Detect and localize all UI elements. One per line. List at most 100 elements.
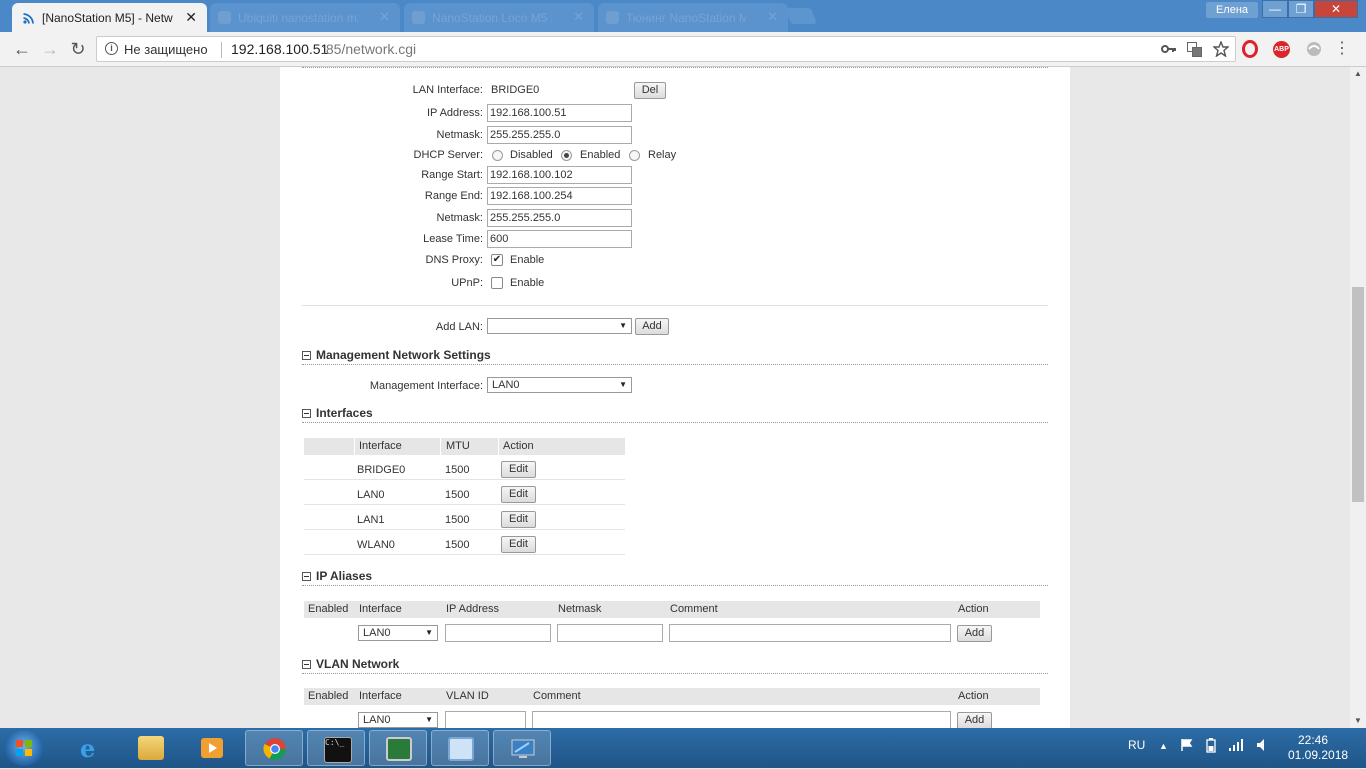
flag-icon[interactable] (1180, 738, 1194, 752)
dns-proxy-checkbox[interactable]: ✔ (491, 254, 503, 266)
battery-icon[interactable] (1206, 738, 1216, 753)
reload-button[interactable]: ↻ (66, 37, 90, 61)
add-lan-select[interactable]: ▼ (487, 318, 632, 334)
tab-ubiquiti-settings[interactable]: Ubiquiti nanostation m2 настро ✕ (210, 3, 400, 32)
opera-icon[interactable] (1242, 40, 1258, 58)
taskbar-app-network[interactable] (431, 730, 489, 766)
column-header: Action (503, 440, 534, 452)
address-bar[interactable]: i Не защищено 192.168.100.51 :85/network… (96, 36, 1236, 62)
star-icon[interactable] (1213, 41, 1229, 57)
del-button[interactable]: Del (634, 82, 666, 99)
taskbar: e C:\_ RU ▲ 22:46 01.09.2018 (0, 728, 1366, 768)
adblock-icon[interactable]: ABP (1273, 41, 1290, 58)
vlan-add-button[interactable]: Add (957, 712, 992, 728)
tab-nanostation[interactable]: [NanoStation M5] - Netw ✕ (12, 3, 207, 32)
start-button[interactable] (4, 730, 44, 766)
tab-loco-m5[interactable]: NanoStation Loco M5 | ✕ (404, 3, 594, 32)
range-start-input[interactable] (487, 166, 632, 184)
volume-icon[interactable] (1256, 738, 1272, 752)
close-icon[interactable]: ✕ (379, 9, 390, 25)
dhcp-disabled-radio[interactable] (492, 150, 503, 161)
alias-comment-input[interactable] (669, 624, 951, 642)
alias-interface-select[interactable]: LAN0 ▼ (358, 625, 438, 641)
add-lan-button[interactable]: Add (635, 318, 669, 335)
dhcp-enabled-radio[interactable] (561, 150, 572, 161)
page-scrollbar[interactable]: ▲ ▼ (1350, 67, 1366, 728)
dropdown-arrow-icon: ▼ (425, 628, 433, 637)
lease-time-label: Lease Time: (423, 233, 483, 245)
url-host[interactable]: 192.168.100.51 (231, 41, 328, 57)
section-title: Management Network Settings (316, 348, 491, 362)
collapse-icon[interactable] (302, 572, 311, 581)
taskbar-app-media[interactable] (183, 730, 241, 766)
alias-add-button[interactable]: Add (957, 625, 992, 642)
collapse-icon[interactable] (302, 351, 311, 360)
signal-icon[interactable] (1228, 738, 1244, 752)
close-window-button[interactable]: ✕ (1314, 0, 1358, 18)
dropdown-arrow-icon: ▼ (425, 715, 433, 724)
add-lan-label: Add LAN: (435, 321, 483, 333)
profile-button[interactable]: Елена (1206, 2, 1258, 18)
back-button[interactable]: ← (10, 37, 34, 61)
taskbar-app-monitor[interactable] (369, 730, 427, 766)
maximize-button[interactable]: ❐ (1288, 0, 1314, 18)
taskbar-app-cmd[interactable]: C:\_ (307, 730, 365, 766)
taskbar-app-display[interactable] (493, 730, 551, 766)
forward-button[interactable]: → (38, 37, 62, 61)
taskbar-app-chrome[interactable] (245, 730, 303, 766)
edit-button[interactable]: Edit (501, 536, 536, 553)
key-icon[interactable] (1161, 43, 1177, 55)
extension-icon[interactable] (1305, 40, 1323, 58)
media-player-icon (201, 738, 223, 758)
display-icon (511, 739, 535, 758)
management-interface-select[interactable]: LAN0 ▼ (487, 377, 632, 393)
info-icon[interactable]: i (105, 42, 118, 55)
close-icon[interactable]: ✕ (573, 9, 584, 25)
language-indicator[interactable]: RU (1128, 738, 1145, 752)
new-tab-button[interactable] (785, 8, 817, 24)
scroll-down-icon[interactable]: ▼ (1350, 714, 1366, 728)
collapse-icon[interactable] (302, 660, 311, 669)
close-icon[interactable]: ✕ (767, 9, 778, 25)
ip-address-input[interactable] (487, 104, 632, 122)
edit-button[interactable]: Edit (501, 461, 536, 478)
interfaces-section-header[interactable]: Interfaces (302, 406, 1048, 423)
vlan-id-input[interactable] (445, 711, 526, 728)
security-status[interactable]: Не защищено (124, 42, 208, 57)
translate-icon[interactable] (1187, 42, 1202, 57)
alias-ip-input[interactable] (445, 624, 551, 642)
close-icon[interactable]: ✕ (185, 9, 197, 26)
lease-time-input[interactable] (487, 230, 632, 248)
title-bar: [NanoStation M5] - Netw ✕ Ubiquiti nanos… (0, 0, 1366, 32)
netmask-label: Netmask: (436, 129, 483, 141)
collapse-icon[interactable] (302, 409, 311, 418)
clock[interactable]: 22:46 01.09.2018 (1288, 733, 1348, 763)
column-header: Comment (533, 690, 581, 702)
url-path[interactable]: :85/network.cgi (322, 41, 416, 57)
scroll-thumb[interactable] (1352, 287, 1364, 502)
vlan-comment-input[interactable] (532, 711, 951, 728)
upnp-checkbox[interactable] (491, 277, 503, 289)
edit-button[interactable]: Edit (501, 486, 536, 503)
netmask-input[interactable] (487, 126, 632, 144)
divider (440, 438, 441, 455)
dhcp-netmask-input[interactable] (487, 209, 632, 227)
taskbar-app-ie[interactable]: e (60, 730, 118, 766)
taskbar-app-explorer[interactable] (122, 730, 180, 766)
minimize-button[interactable]: — (1262, 0, 1288, 18)
vlan-interface-select[interactable]: LAN0 ▼ (358, 712, 438, 728)
range-end-input[interactable] (487, 187, 632, 205)
divider (302, 305, 1048, 306)
ip-aliases-section-header[interactable]: IP Aliases (302, 569, 1048, 586)
svg-text:e: e (80, 736, 95, 760)
vlan-section-header[interactable]: VLAN Network (302, 657, 1048, 674)
show-hidden-icons-icon[interactable]: ▲ (1159, 741, 1168, 751)
edit-button[interactable]: Edit (501, 511, 536, 528)
tab-tuning[interactable]: Тюнинг NanoStation M5? ✕ (598, 3, 788, 32)
menu-icon[interactable]: ⋮ (1334, 41, 1350, 57)
scroll-up-icon[interactable]: ▲ (1350, 67, 1366, 81)
page-icon (412, 11, 425, 24)
management-section-header[interactable]: Management Network Settings (302, 348, 1048, 365)
alias-netmask-input[interactable] (557, 624, 663, 642)
dhcp-relay-radio[interactable] (629, 150, 640, 161)
